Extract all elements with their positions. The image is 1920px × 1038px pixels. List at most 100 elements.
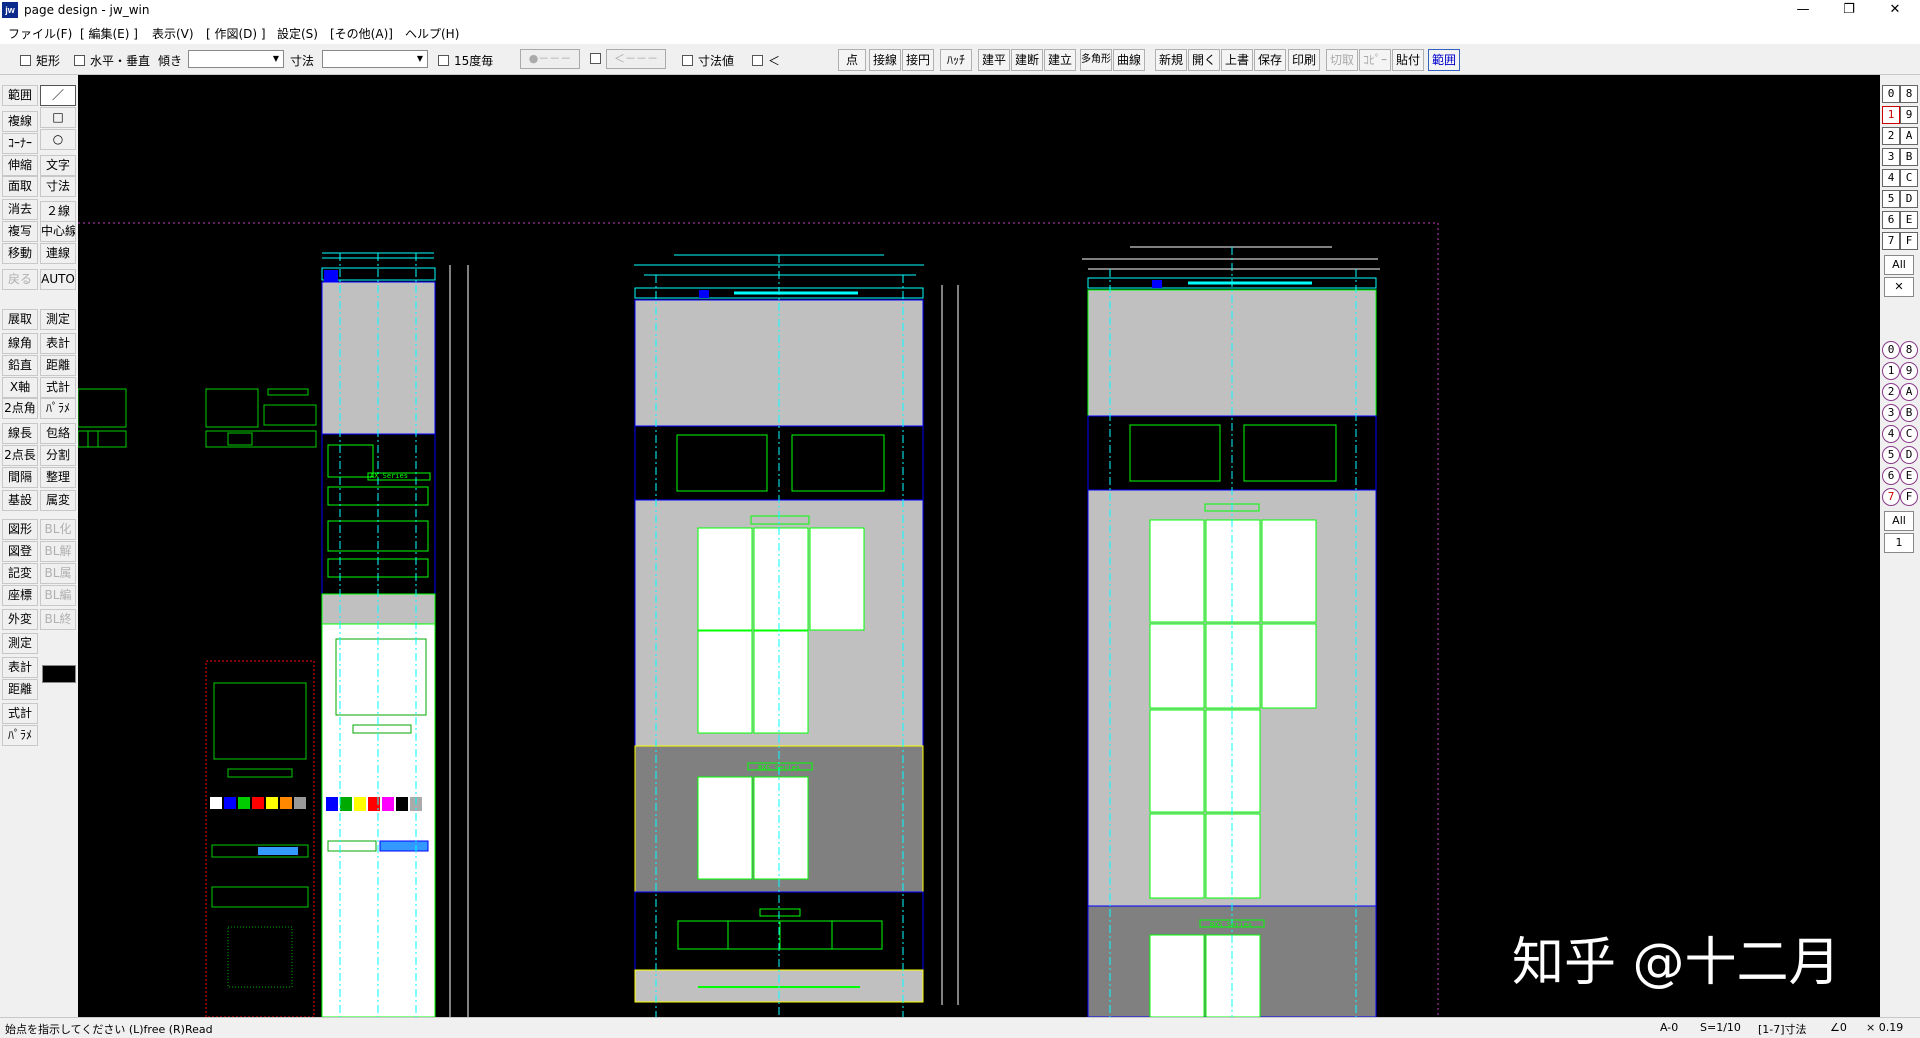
layer-button-12[interactable]: 6 bbox=[1882, 467, 1900, 485]
layer-group-button-12[interactable]: 6 bbox=[1882, 211, 1900, 229]
layer-button-14[interactable]: 7 bbox=[1882, 488, 1900, 506]
layer-button-3[interactable]: 9 bbox=[1900, 362, 1918, 380]
layer-group-button-10[interactable]: 5 bbox=[1882, 190, 1900, 208]
tool-col2-22[interactable]: BL終 bbox=[40, 609, 76, 630]
paste-button[interactable]: 貼付 bbox=[1392, 49, 1424, 71]
tool-col2-11[interactable]: 距離 bbox=[40, 355, 76, 376]
tool-col1-17[interactable]: 基設 bbox=[2, 490, 38, 511]
layer-group-button-1[interactable]: 8 bbox=[1900, 85, 1918, 103]
layer-all-button[interactable]: All bbox=[1884, 511, 1914, 531]
tool-col2-9[interactable]: 測定 bbox=[40, 309, 76, 330]
tool-col2-3[interactable]: 文字 bbox=[40, 155, 76, 176]
checkbox-icon[interactable] bbox=[682, 55, 693, 66]
layer-button-2[interactable]: 1 bbox=[1882, 362, 1900, 380]
tool-col1-16[interactable]: 間隔 bbox=[2, 467, 38, 488]
tool-col1-25[interactable]: 距離 bbox=[2, 679, 38, 700]
tool-col2-7[interactable]: 連線 bbox=[40, 243, 76, 264]
tool-col2-12[interactable]: 式計 bbox=[40, 377, 76, 398]
status-ratio[interactable]: × 0.19 bbox=[1866, 1021, 1903, 1034]
layer-group-button-5[interactable]: A bbox=[1900, 127, 1918, 145]
tool-col1-11[interactable]: 鉛直 bbox=[2, 355, 38, 376]
tool-col2-21[interactable]: BL編 bbox=[40, 585, 76, 606]
status-scale[interactable]: S=1/10 bbox=[1700, 1021, 1741, 1034]
layer-group-button-8[interactable]: 4 bbox=[1882, 169, 1900, 187]
minimize-button[interactable]: — bbox=[1780, 0, 1826, 22]
rect-option[interactable]: 矩形 bbox=[20, 52, 60, 69]
dimval-option[interactable]: 寸法値 bbox=[682, 52, 734, 69]
tool-col1-10[interactable]: 線角 bbox=[2, 333, 38, 354]
chevron-down-icon[interactable]: ▼ bbox=[270, 52, 282, 66]
layer-button-9[interactable]: C bbox=[1900, 425, 1918, 443]
line-type-input[interactable]: ●－－－ bbox=[520, 49, 580, 69]
menu-view[interactable]: 表示(V) bbox=[152, 25, 194, 42]
layer-group-button-0[interactable]: 0 bbox=[1882, 85, 1900, 103]
tool-col1-23[interactable]: 測定 bbox=[2, 633, 38, 654]
menu-other[interactable]: [その他(A)] bbox=[330, 25, 393, 42]
layer-one-button[interactable]: 1 bbox=[1884, 533, 1914, 553]
tool-col1-20[interactable]: 記変 bbox=[2, 563, 38, 584]
tool-col1-19[interactable]: 図登 bbox=[2, 541, 38, 562]
tool-col1-9[interactable]: 展取 bbox=[2, 309, 38, 330]
tangent-circle-button[interactable]: 接円 bbox=[902, 49, 934, 71]
tool-col1-21[interactable]: 座標 bbox=[2, 585, 38, 606]
tool-col2-15[interactable]: 分割 bbox=[40, 445, 76, 466]
layer-button-13[interactable]: E bbox=[1900, 467, 1918, 485]
arrow-input[interactable]: ＜－－－ bbox=[606, 49, 666, 69]
point-button[interactable]: 点 bbox=[838, 49, 866, 71]
checkbox-icon[interactable] bbox=[74, 55, 85, 66]
restore-button[interactable]: ❐ bbox=[1826, 0, 1872, 22]
layer-group-button-9[interactable]: C bbox=[1900, 169, 1918, 187]
hatch-button[interactable]: ﾊｯﾁ bbox=[940, 49, 972, 71]
drawing-canvas[interactable]: AX Series BXS Series BXS Series 知乎 @十二月 bbox=[78, 75, 1880, 1017]
layer-group-toggle-button[interactable]: ✕ bbox=[1884, 277, 1914, 297]
tool-col1-26[interactable]: 式計 bbox=[2, 703, 38, 724]
tool-col1-8[interactable]: 戻る bbox=[2, 269, 38, 290]
new-button[interactable]: 新規 bbox=[1155, 49, 1187, 71]
dim-combo[interactable]: ▼ bbox=[322, 50, 428, 68]
hv-option[interactable]: 水平・垂直 bbox=[74, 52, 150, 69]
checkbox-icon[interactable] bbox=[590, 53, 601, 64]
tool-col1-2[interactable]: ｺｰﾅｰ bbox=[2, 133, 38, 154]
layer-group-button-6[interactable]: 3 bbox=[1882, 148, 1900, 166]
layer-button-7[interactable]: B bbox=[1900, 404, 1918, 422]
chevron-down-icon[interactable]: ▼ bbox=[414, 52, 426, 66]
layer-button-11[interactable]: D bbox=[1900, 446, 1918, 464]
deg15-option[interactable]: 15度毎 bbox=[438, 52, 493, 69]
tool-col1-3[interactable]: 伸縮 bbox=[2, 155, 38, 176]
layer-group-button-13[interactable]: E bbox=[1900, 211, 1918, 229]
layer-button-1[interactable]: 8 bbox=[1900, 341, 1918, 359]
tool-col2-17[interactable]: 属変 bbox=[40, 490, 76, 511]
layer-group-all-button[interactable]: All bbox=[1884, 255, 1914, 275]
cut-button[interactable]: 切取 bbox=[1326, 49, 1358, 71]
status-angle[interactable]: ∠0 bbox=[1830, 1021, 1847, 1034]
lt-option[interactable]: ＜ bbox=[752, 52, 780, 69]
arrow-option[interactable] bbox=[590, 52, 606, 66]
checkbox-icon[interactable] bbox=[20, 55, 31, 66]
plan-button[interactable]: 建平 bbox=[978, 49, 1010, 71]
line-color-sample[interactable] bbox=[42, 665, 76, 683]
open-button[interactable]: 開く bbox=[1188, 49, 1220, 71]
save-button[interactable]: 保存 bbox=[1254, 49, 1286, 71]
layer-group-button-4[interactable]: 2 bbox=[1882, 127, 1900, 145]
layer-group-button-2[interactable]: 1 bbox=[1882, 106, 1900, 124]
tool-col1-1[interactable]: 複線 bbox=[2, 111, 38, 132]
print-button[interactable]: 印刷 bbox=[1288, 49, 1320, 71]
status-layer[interactable]: A-0 bbox=[1660, 1021, 1678, 1034]
layer-button-10[interactable]: 5 bbox=[1882, 446, 1900, 464]
layer-button-0[interactable]: 0 bbox=[1882, 341, 1900, 359]
tool-col1-5[interactable]: 消去 bbox=[2, 199, 38, 220]
menu-draw[interactable]: [ 作図(D) ] bbox=[206, 25, 266, 42]
layer-button-8[interactable]: 4 bbox=[1882, 425, 1900, 443]
tool-col2-19[interactable]: BL解 bbox=[40, 541, 76, 562]
elevation-button[interactable]: 建立 bbox=[1044, 49, 1076, 71]
tool-col1-12[interactable]: X軸 bbox=[2, 377, 38, 398]
tool-col2-16[interactable]: 整理 bbox=[40, 467, 76, 488]
tool-col1-7[interactable]: 移動 bbox=[2, 243, 38, 264]
tool-col2-10[interactable]: 表計 bbox=[40, 333, 76, 354]
menu-help[interactable]: ヘルプ(H) bbox=[405, 25, 459, 42]
menu-file[interactable]: ファイル(F) bbox=[8, 25, 72, 42]
layer-button-15[interactable]: F bbox=[1900, 488, 1918, 506]
tool-col2-2[interactable]: ○ bbox=[40, 129, 76, 150]
layer-group-button-7[interactable]: B bbox=[1900, 148, 1918, 166]
tool-col1-13[interactable]: 2点角 bbox=[2, 398, 38, 419]
